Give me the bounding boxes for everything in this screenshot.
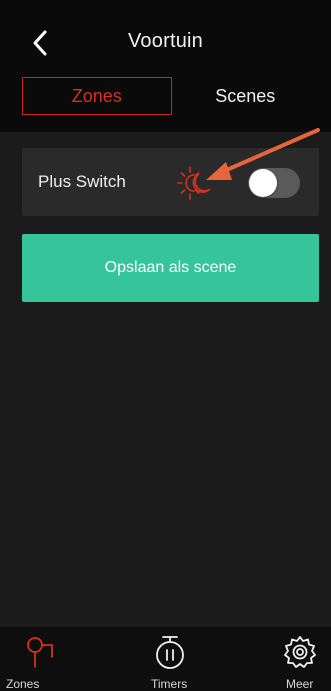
tabbar-item-meer[interactable]: Meer	[270, 627, 331, 691]
tabbar-label-timers: Timers	[151, 677, 188, 691]
gear-icon	[284, 636, 316, 668]
zone-name: Plus Switch	[38, 172, 126, 191]
app-header: Voortuin Zones Scenes	[0, 0, 331, 132]
tabbar-item-zones[interactable]: Zones	[0, 627, 70, 691]
tab-zones[interactable]: Zones	[22, 77, 172, 115]
toggle-knob	[249, 169, 277, 197]
timer-icon	[156, 636, 184, 669]
zones-icon	[27, 637, 53, 668]
segmented-control: Zones Scenes	[22, 77, 319, 115]
bottom-tab-bar: Zones Timers Meer	[0, 627, 331, 691]
zones-content: Plus Switch Opslaan als scene	[0, 132, 331, 627]
save-as-scene-button[interactable]: Opslaan als scene	[22, 234, 319, 302]
zone-row: Plus Switch	[22, 148, 319, 216]
day-night-icon[interactable]	[177, 165, 213, 201]
tabbar-item-timers[interactable]: Timers	[135, 627, 205, 691]
tab-scenes[interactable]: Scenes	[172, 77, 320, 115]
tabbar-label-zones: Zones	[6, 677, 40, 691]
zone-switch-toggle[interactable]	[248, 168, 300, 198]
tabbar-label-meer: Meer	[286, 677, 314, 691]
page-title: Voortuin	[128, 30, 203, 52]
